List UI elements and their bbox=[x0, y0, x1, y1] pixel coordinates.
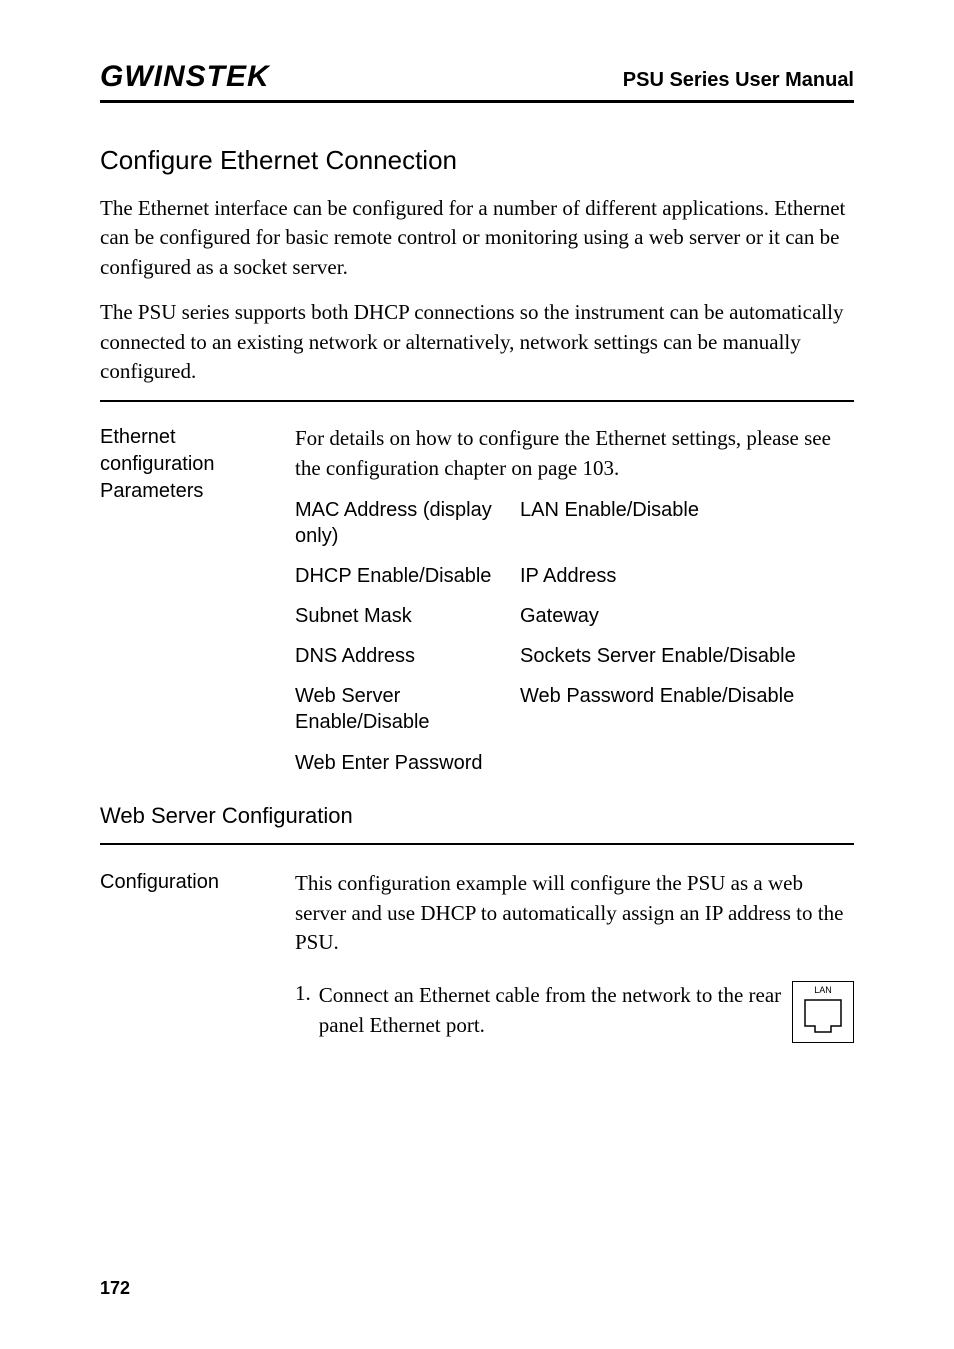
params-grid: MAC Address (display only) LAN Enable/Di… bbox=[295, 497, 854, 777]
page-number: 172 bbox=[100, 1278, 130, 1299]
param-cell: Sockets Server Enable/Disable bbox=[520, 643, 854, 669]
step-row: 1. Connect an Ethernet cable from the ne… bbox=[100, 981, 854, 1043]
brand-logo: GWINSTEK bbox=[100, 60, 270, 94]
params-content: For details on how to configure the Ethe… bbox=[295, 424, 854, 777]
param-row: MAC Address (display only) LAN Enable/Di… bbox=[295, 497, 854, 549]
step-content: 1. Connect an Ethernet cable from the ne… bbox=[295, 981, 854, 1043]
param-cell: DNS Address bbox=[295, 643, 520, 669]
param-row: DHCP Enable/Disable IP Address bbox=[295, 563, 854, 589]
section-heading: Configure Ethernet Connection bbox=[100, 145, 854, 176]
param-cell: DHCP Enable/Disable bbox=[295, 563, 520, 589]
step-number: 1. bbox=[295, 981, 311, 1006]
ethernet-port-icon bbox=[803, 998, 843, 1034]
param-cell: Web Enter Password bbox=[295, 749, 854, 777]
subsection-heading: Web Server Configuration bbox=[100, 803, 854, 829]
ethernet-params-block: Ethernet configuration Parameters For de… bbox=[100, 424, 854, 777]
params-intro: For details on how to configure the Ethe… bbox=[295, 424, 854, 483]
param-cell: Web Server Enable/Disable bbox=[295, 683, 520, 735]
divider bbox=[100, 400, 854, 402]
param-row: Web Server Enable/Disable Web Password E… bbox=[295, 683, 854, 735]
param-cell: Web Password Enable/Disable bbox=[520, 683, 854, 735]
step-text: Connect an Ethernet cable from the netwo… bbox=[319, 981, 782, 1040]
params-label: Ethernet configuration Parameters bbox=[100, 424, 295, 777]
intro-paragraph-1: The Ethernet interface can be configured… bbox=[100, 194, 854, 282]
param-cell: Subnet Mask bbox=[295, 603, 520, 629]
lan-port-icon: LAN bbox=[792, 981, 854, 1043]
manual-title: PSU Series User Manual bbox=[623, 69, 854, 92]
divider bbox=[100, 843, 854, 845]
param-cell: IP Address bbox=[520, 563, 854, 589]
param-row: DNS Address Sockets Server Enable/Disabl… bbox=[295, 643, 854, 669]
param-cell: Gateway bbox=[520, 603, 854, 629]
configuration-text: This configuration example will configur… bbox=[295, 869, 854, 957]
param-row: Subnet Mask Gateway bbox=[295, 603, 854, 629]
intro-paragraph-2: The PSU series supports both DHCP connec… bbox=[100, 298, 854, 386]
page-header: GWINSTEK PSU Series User Manual bbox=[100, 60, 854, 103]
lan-label: LAN bbox=[814, 985, 832, 995]
param-cell: MAC Address (display only) bbox=[295, 497, 520, 549]
configuration-block: Configuration This configuration example… bbox=[100, 869, 854, 957]
configuration-label: Configuration bbox=[100, 869, 295, 957]
param-cell: LAN Enable/Disable bbox=[520, 497, 854, 549]
